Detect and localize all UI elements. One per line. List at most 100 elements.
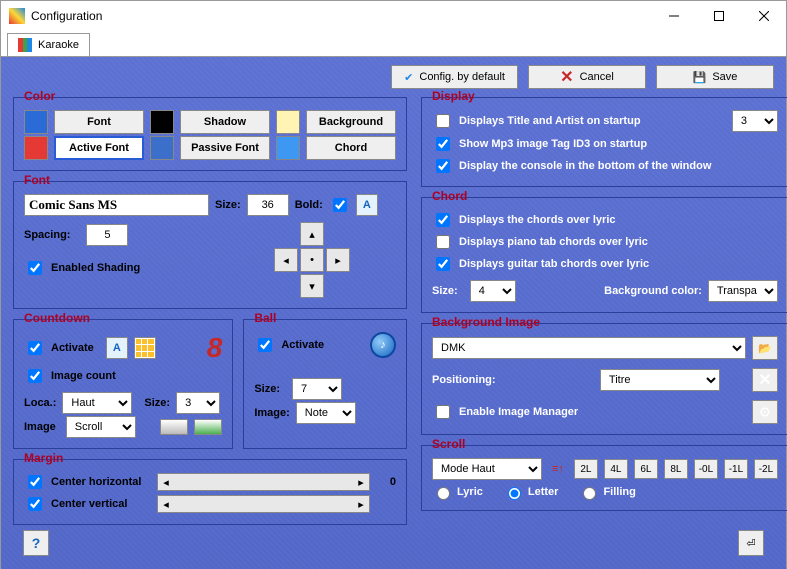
color-font-button[interactable]: Font [54, 110, 144, 134]
bgimg-settings-button[interactable]: ⚙ [752, 400, 778, 424]
gear-icon: ⚙ [759, 404, 772, 421]
swatch-chord[interactable] [276, 136, 300, 160]
color-passivefont-button[interactable]: Passive Font [180, 136, 270, 160]
font-size-input[interactable] [247, 194, 289, 216]
save-button[interactable]: 💾Save [656, 65, 774, 89]
minimize-button[interactable] [651, 1, 696, 30]
arrow-center[interactable]: • [300, 248, 324, 272]
font-size-label: Size: [215, 199, 241, 211]
font-bold-label: Bold: [295, 199, 323, 211]
ball-icon: ♪ [370, 332, 396, 358]
scroll-mode-select[interactable]: Mode Haut [432, 458, 542, 480]
help-button[interactable]: ? [23, 530, 49, 556]
chord-c1-checkbox[interactable] [436, 213, 450, 227]
font-preview-icon[interactable]: A [356, 194, 378, 216]
margin-v-slider[interactable]: ◂▸ [157, 495, 370, 513]
scroll-btn-m2l[interactable]: -2L [754, 459, 778, 479]
close-button[interactable] [741, 1, 786, 30]
countdown-a-icon[interactable]: A [106, 337, 128, 359]
shading-checkbox[interactable] [28, 261, 42, 275]
swatch-passivefont[interactable] [150, 136, 174, 160]
color-chord-button[interactable]: Chord [306, 136, 396, 160]
bgimg-delete-button[interactable]: ✕ [752, 368, 778, 392]
scroll-btn-8l[interactable]: 8L [664, 459, 688, 479]
margin-ch-checkbox[interactable] [28, 475, 42, 489]
scroll-btn-6l[interactable]: 6L [634, 459, 658, 479]
arrow-right[interactable]: ▸ [326, 248, 350, 272]
spacing-input[interactable] [86, 224, 128, 246]
bgimg-path-select[interactable]: DMK [432, 337, 746, 359]
scroll-btn-2l[interactable]: 2L [574, 459, 598, 479]
countdown-grid-icon[interactable] [134, 337, 156, 359]
scroll-btn-m1l[interactable]: -1L [724, 459, 748, 479]
tabstrip: Karaoke [1, 30, 786, 57]
exit-button[interactable]: ⏎ [738, 530, 764, 556]
group-display: Display Displays Title and Artist on sta… [421, 97, 787, 187]
countdown-grad1[interactable] [160, 419, 188, 435]
display-opt1-checkbox[interactable] [436, 114, 450, 128]
chord-bg-select[interactable]: Transpare [708, 280, 778, 302]
help-icon: ? [32, 535, 41, 551]
countdown-image-select[interactable]: Scroll [66, 416, 136, 438]
color-activefont-button[interactable]: Active Font [54, 136, 144, 160]
spacing-label: Spacing: [24, 229, 70, 241]
color-shadow-button[interactable]: Shadow [180, 110, 270, 134]
margin-h-slider[interactable]: ◂▸ [157, 473, 370, 491]
bgimg-enable-checkbox[interactable] [436, 405, 450, 419]
scroll-btn-m0l[interactable]: -0L [694, 459, 718, 479]
countdown-grad2[interactable] [194, 419, 222, 435]
scroll-radio-filling[interactable]: Filling [578, 484, 635, 500]
tab-karaoke[interactable]: Karaoke [7, 33, 90, 56]
display-opt1-num[interactable]: 3 [732, 110, 778, 132]
window-title: Configuration [31, 9, 651, 23]
ball-activate-checkbox[interactable] [258, 338, 272, 352]
shading-label: Enabled Shading [51, 262, 140, 274]
chord-c3-checkbox[interactable] [436, 257, 450, 271]
tab-label: Karaoke [38, 39, 79, 51]
ball-size-select[interactable]: 7 [292, 378, 342, 400]
group-chord: Chord Displays the chords over lyric Dis… [421, 197, 787, 313]
group-scroll: Scroll Mode Haut ≡↑ 2L 4L 6L 8L -0L -1L … [421, 445, 787, 511]
swatch-activefont[interactable] [24, 136, 48, 160]
font-name-input[interactable] [24, 194, 209, 216]
delete-icon: ✕ [758, 370, 771, 390]
app-icon [9, 8, 25, 24]
margin-cv-checkbox[interactable] [28, 497, 42, 511]
arrow-left[interactable]: ◂ [274, 248, 298, 272]
bgimg-pos-select[interactable]: Titre [600, 369, 720, 391]
ball-image-select[interactable]: Note [296, 402, 356, 424]
bgimg-browse-button[interactable]: 📂 [752, 336, 778, 360]
arrow-down[interactable]: ▾ [300, 274, 324, 298]
group-ball: Ball Activate ♪ Size: 7 Image: [243, 319, 407, 449]
cancel-button[interactable]: ✕Cancel [528, 65, 646, 89]
arrow-pad: ▴ ◂ • ▸ ▾ [274, 222, 350, 298]
group-bgimage: Background Image DMK 📂 Positioning: Titr… [421, 323, 787, 435]
defaults-button[interactable]: ✔Config. by default [391, 65, 518, 89]
swatch-background[interactable] [276, 110, 300, 134]
arrow-up[interactable]: ▴ [300, 222, 324, 246]
group-color: Color Font Shadow Background Active Font… [13, 97, 407, 171]
scroll-btn-4l[interactable]: 4L [604, 459, 628, 479]
group-countdown: Countdown Activate A 8 Image count [13, 319, 233, 449]
countdown-loca-select[interactable]: Haut [62, 392, 132, 414]
scroll-radio-lyric[interactable]: Lyric [432, 484, 483, 500]
countdown-activate-checkbox[interactable] [28, 341, 42, 355]
scroll-radio-letter[interactable]: Letter [503, 484, 559, 500]
countdown-glyph: 8 [207, 332, 223, 364]
swatch-font[interactable] [24, 110, 48, 134]
maximize-button[interactable] [696, 1, 741, 30]
color-background-button[interactable]: Background [306, 110, 396, 134]
chord-c2-checkbox[interactable] [436, 235, 450, 249]
folder-icon: 📂 [758, 342, 772, 355]
swatch-shadow[interactable] [150, 110, 174, 134]
countdown-size-select[interactable]: 3 [176, 392, 220, 414]
font-bold-checkbox[interactable] [333, 198, 347, 212]
display-opt2-checkbox[interactable] [436, 137, 450, 151]
display-opt3-checkbox[interactable] [436, 159, 450, 173]
titlebar: Configuration [1, 1, 786, 30]
scroll-glyph-icon: ≡↑ [552, 463, 564, 475]
countdown-imagecount-checkbox[interactable] [28, 369, 42, 383]
group-margin: Margin Center horizontal ◂▸ 0 Center ver… [13, 459, 407, 525]
group-font: Font Size: Bold: A Spacing: [13, 181, 407, 309]
chord-size-select[interactable]: 4 [470, 280, 516, 302]
